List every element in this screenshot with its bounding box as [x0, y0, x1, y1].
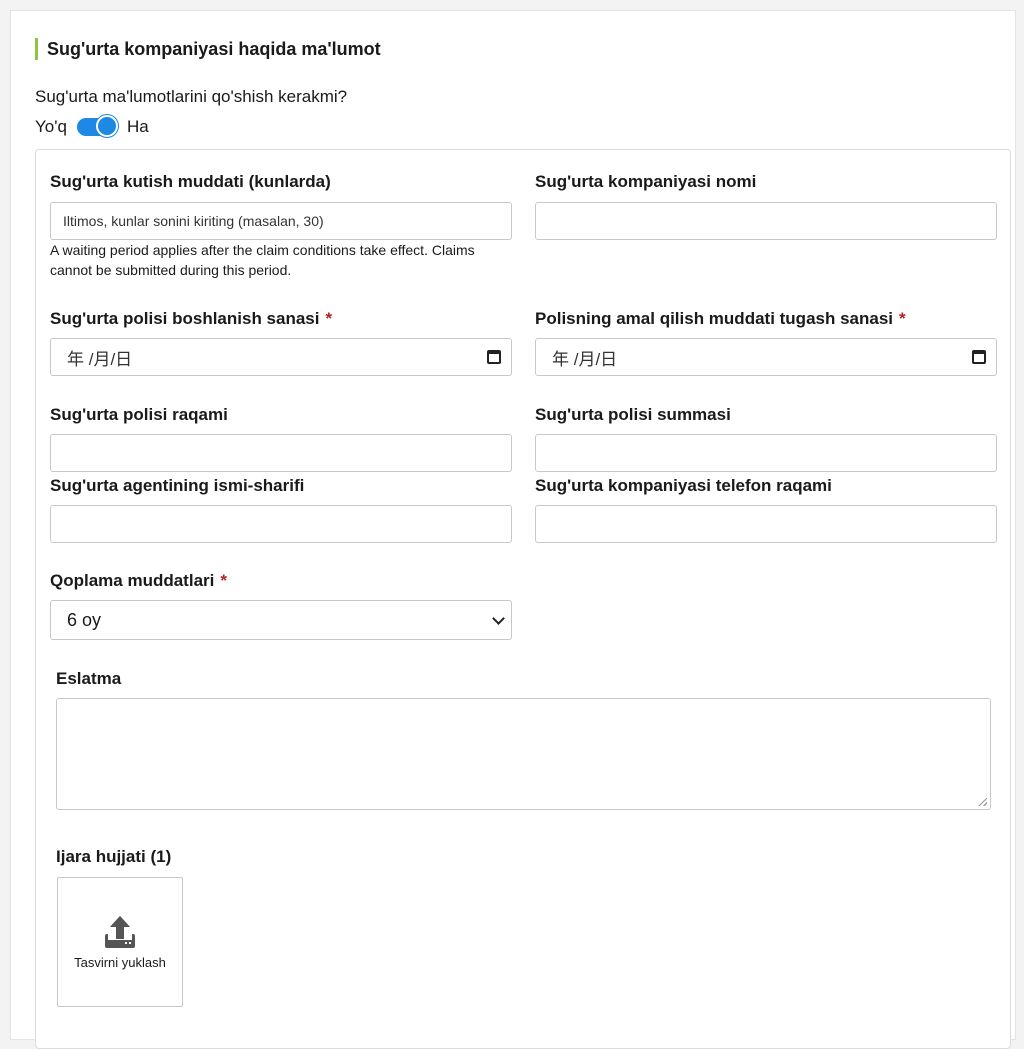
toggle-knob: [95, 115, 118, 137]
chevron-down-icon: [492, 611, 505, 625]
calendar-icon[interactable]: [487, 350, 501, 364]
section-title: Sug'urta kompaniyasi haqida ma'lumot: [35, 38, 381, 60]
end-date-label-text: Polisning amal qilish muddati tugash san…: [535, 309, 894, 328]
coverage-terms-select[interactable]: 6 oy: [50, 600, 512, 640]
agent-name-label: Sug'urta agentining ismi-sharifi: [50, 476, 305, 495]
insurance-details-panel: Sug'urta kutish muddati (kunlarda) A wai…: [35, 149, 1011, 1049]
required-marker: *: [899, 309, 906, 328]
policy-amount-input[interactable]: [535, 434, 997, 472]
start-date-label-text: Sug'urta polisi boshlanish sanasi: [50, 309, 320, 328]
start-date-label: Sug'urta polisi boshlanish sanasi *: [50, 309, 332, 329]
end-date-input[interactable]: 年 /月/日: [535, 338, 997, 376]
upload-image-text: Tasvirni yuklash: [74, 954, 166, 970]
coverage-terms-selected: 6 oy: [67, 609, 102, 630]
note-label: Eslatma: [56, 669, 122, 688]
company-name-input[interactable]: [535, 202, 997, 240]
company-name-label: Sug'urta kompaniyasi nomi: [535, 172, 757, 191]
company-phone-input[interactable]: [535, 505, 997, 543]
insurance-toggle-question: Sug'urta ma'lumotlarini qo'shish kerakmi…: [35, 87, 348, 106]
form-card: Sug'urta kompaniyasi haqida ma'lumot Sug…: [10, 10, 1016, 1049]
toggle-on-label: Ha: [126, 117, 149, 136]
coverage-terms-label: Qoplama muddatlari *: [50, 571, 227, 591]
policy-number-input[interactable]: [50, 434, 512, 472]
upload-icon: [105, 915, 135, 948]
required-marker: *: [325, 309, 333, 328]
end-date-label: Polisning amal qilish muddati tugash san…: [535, 309, 906, 329]
toggle-off-label: Yo'q: [35, 117, 67, 136]
calendar-icon[interactable]: [972, 350, 986, 364]
resize-handle-icon[interactable]: [979, 798, 987, 806]
start-date-display: 年 /月/日: [67, 349, 133, 369]
waiting-period-input[interactable]: [50, 202, 512, 240]
upload-image-button[interactable]: Tasvirni yuklash: [57, 877, 183, 1007]
start-date-input[interactable]: 年 /月/日: [50, 338, 512, 376]
company-phone-label: Sug'urta kompaniyasi telefon raqami: [535, 476, 832, 495]
insurance-toggle-switch[interactable]: [76, 115, 118, 137]
waiting-period-label: Sug'urta kutish muddati (kunlarda): [50, 172, 331, 191]
lease-doc-label: Ijara hujjati (1): [56, 847, 172, 866]
agent-name-input[interactable]: [50, 505, 512, 543]
waiting-period-help: A waiting period applies after the claim…: [50, 242, 475, 278]
end-date-display: 年 /月/日: [552, 349, 618, 369]
policy-number-label: Sug'urta polisi raqami: [50, 405, 228, 424]
policy-amount-label: Sug'urta polisi summasi: [535, 405, 731, 424]
coverage-terms-label-text: Qoplama muddatlari: [50, 571, 215, 590]
required-marker: *: [220, 571, 227, 590]
note-textarea[interactable]: [56, 698, 991, 810]
insurance-toggle-row: Yo'q Ha: [35, 115, 149, 139]
